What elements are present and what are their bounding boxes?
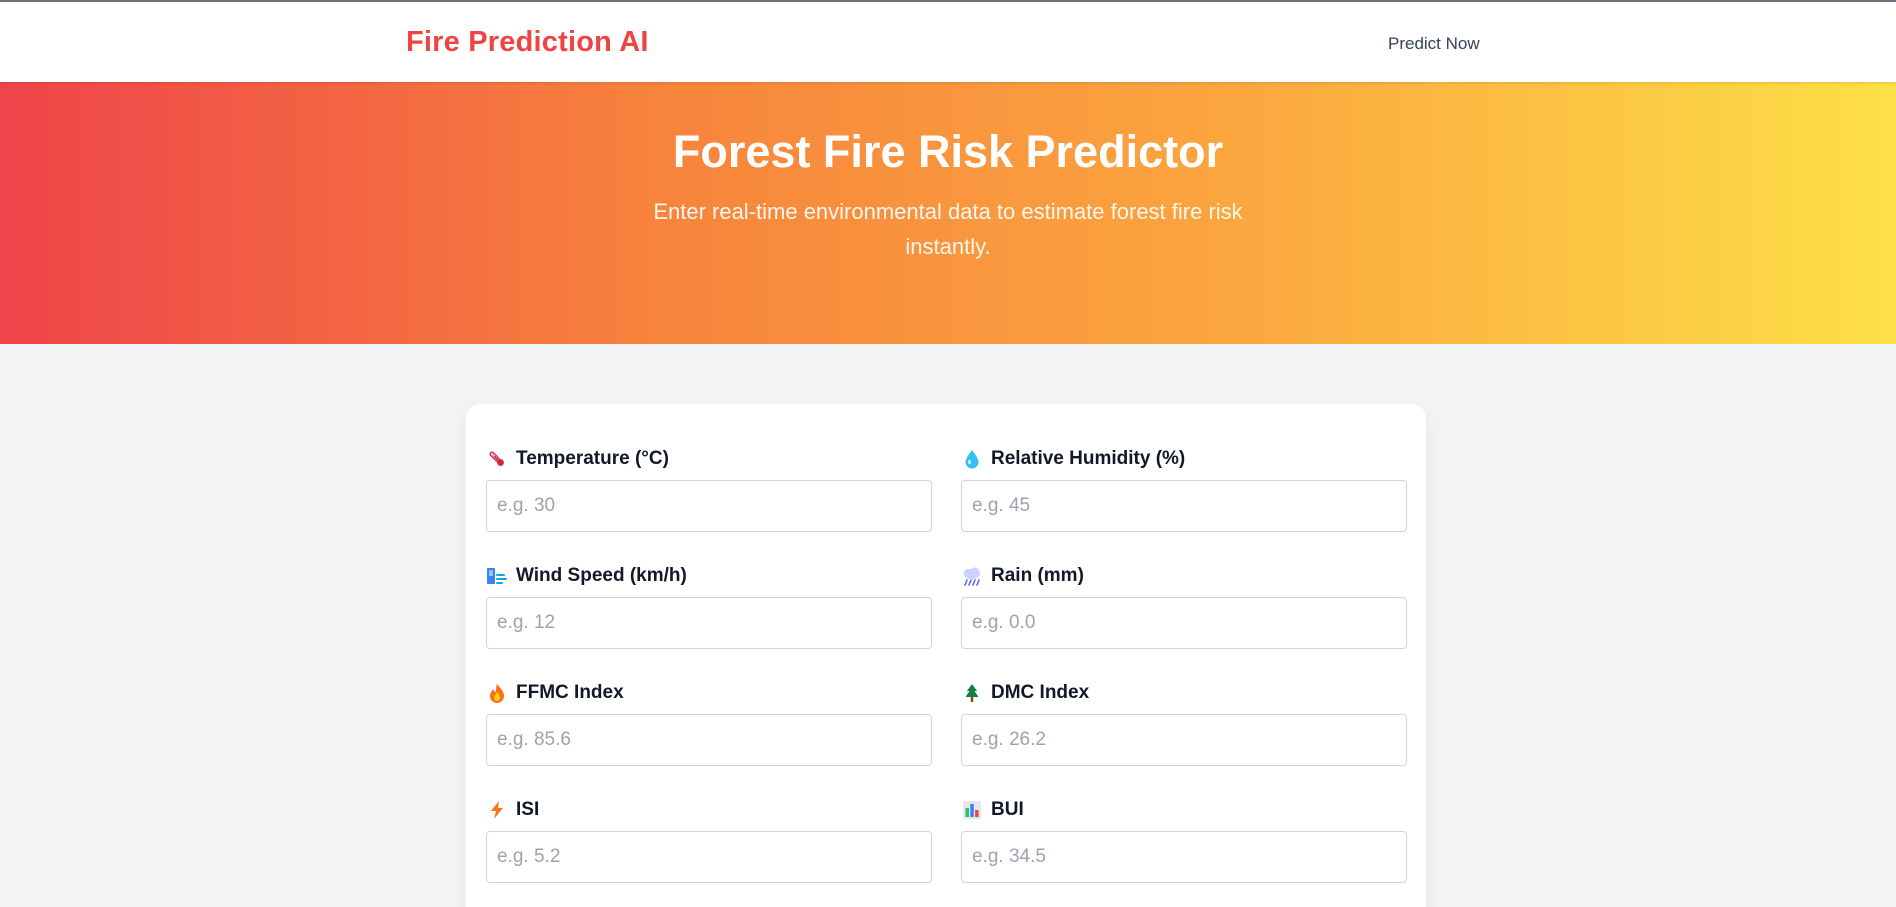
isi-field: ISI (486, 797, 932, 883)
rain-label-text: Rain (mm) (991, 565, 1084, 586)
droplet-icon (961, 448, 983, 470)
bui-input[interactable] (961, 831, 1407, 883)
humidity-field: Relative Humidity (%) (961, 446, 1407, 532)
bui-label-text: BUI (991, 799, 1024, 820)
temperature-label: Temperature (°C) (486, 446, 932, 472)
ffmc-input[interactable] (486, 714, 932, 766)
wind-speed-field: Wind Speed (km/h) (486, 563, 932, 649)
dmc-input[interactable] (961, 714, 1407, 766)
bar-chart-icon (961, 799, 983, 821)
wind-speed-input[interactable] (486, 597, 932, 649)
isi-label-text: ISI (516, 799, 540, 820)
hero-title: Forest Fire Risk Predictor (672, 126, 1224, 177)
dmc-field: DMC Index (961, 680, 1407, 766)
wind-speed-label: Wind Speed (km/h) (486, 563, 932, 589)
navbar: Fire Prediction AI Predict Now (0, 0, 1896, 82)
isi-label: ISI (486, 797, 932, 823)
dmc-label: DMC Index (961, 680, 1407, 706)
dmc-label-text: DMC Index (991, 682, 1090, 703)
wind-icon (486, 565, 508, 587)
ffmc-label: FFMC Index (486, 680, 932, 706)
tree-icon (961, 682, 983, 704)
rain-field: Rain (mm) (961, 563, 1407, 649)
predict-now-link[interactable]: Predict Now (1388, 34, 1480, 54)
rain-input[interactable] (961, 597, 1407, 649)
rain-cloud-icon (961, 565, 983, 587)
bui-label: BUI (961, 797, 1407, 823)
bui-field: BUI (961, 797, 1407, 883)
prediction-form-card: Temperature (°C) Relative Humidity (%) W… (466, 404, 1426, 907)
thermometer-icon (486, 448, 508, 470)
ffmc-field: FFMC Index (486, 680, 932, 766)
humidity-label-text: Relative Humidity (%) (991, 448, 1186, 469)
temperature-input[interactable] (486, 480, 932, 532)
wind-speed-label-text: Wind Speed (km/h) (516, 565, 687, 586)
ffmc-label-text: FFMC Index (516, 682, 624, 703)
rain-label: Rain (mm) (961, 563, 1407, 589)
humidity-input[interactable] (961, 480, 1407, 532)
brand-logo-text[interactable]: Fire Prediction AI (406, 26, 649, 59)
temperature-label-text: Temperature (°C) (516, 448, 669, 469)
hero-banner: Forest Fire Risk Predictor Enter real-ti… (0, 82, 1896, 344)
temperature-field: Temperature (°C) (486, 446, 932, 532)
fire-icon (486, 682, 508, 704)
humidity-label: Relative Humidity (%) (961, 446, 1407, 472)
lightning-icon (486, 799, 508, 821)
isi-input[interactable] (486, 831, 932, 883)
hero-subtitle: Enter real-time environmental data to es… (653, 199, 1243, 259)
